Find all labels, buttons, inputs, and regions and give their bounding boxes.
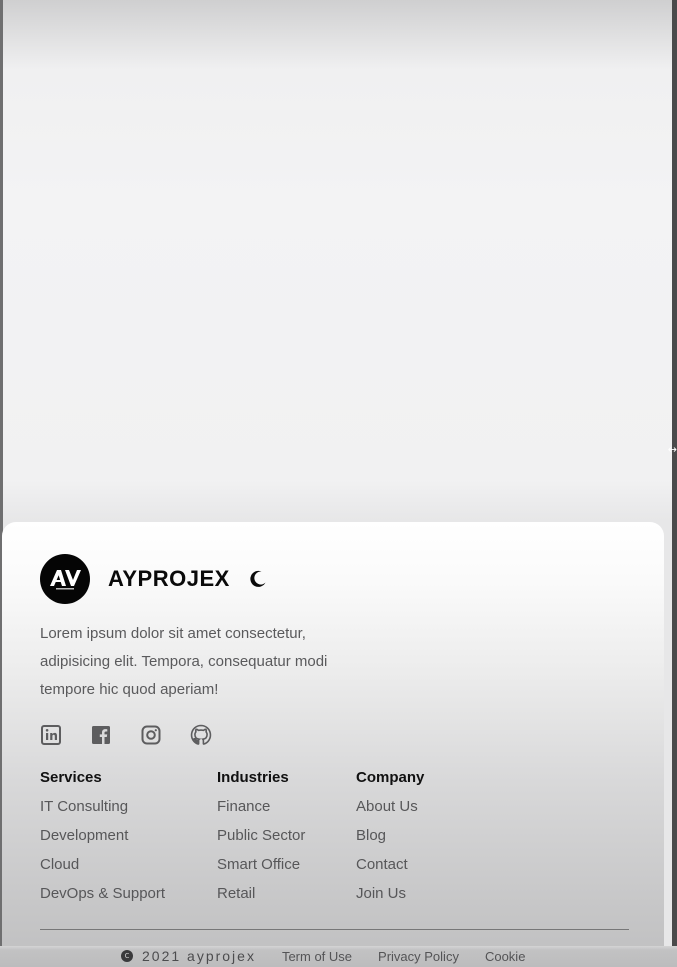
services-list: IT Consulting Development Cloud DevOps &… xyxy=(40,792,165,908)
footer-description: Lorem ipsum dolor sit amet consectetur, … xyxy=(40,625,328,698)
privacy-link[interactable]: Privacy Policy xyxy=(378,949,459,964)
company-link[interactable]: About Us xyxy=(356,792,424,821)
social-links xyxy=(40,724,240,746)
brand-name[interactable]: AYPROJEX xyxy=(108,566,230,592)
linkedin-icon[interactable] xyxy=(40,724,62,746)
resize-cursor-icon: ↔ xyxy=(667,443,677,456)
footer-divider xyxy=(40,929,629,930)
copyright-icon: c xyxy=(121,950,133,962)
industries-column: Industries Finance Public Sector Smart O… xyxy=(217,768,305,908)
services-title: Services xyxy=(40,769,102,786)
industries-link[interactable]: Retail xyxy=(217,879,305,908)
company-link[interactable]: Contact xyxy=(356,850,424,879)
company-link[interactable]: Join Us xyxy=(356,879,424,908)
services-link[interactable]: Development xyxy=(40,821,165,850)
brand-row: AYPROJEX xyxy=(40,554,268,604)
services-column: Services IT Consulting Development Cloud… xyxy=(40,768,165,908)
facebook-icon[interactable] xyxy=(90,724,112,746)
logo-mark-icon xyxy=(50,570,81,590)
services-link[interactable]: DevOps & Support xyxy=(40,879,165,908)
window-edge xyxy=(672,0,677,967)
industries-link[interactable]: Finance xyxy=(217,792,305,821)
footer-bottom-row: c 2021 ayprojex Term of Use Privacy Poli… xyxy=(121,947,525,965)
industries-list: Finance Public Sector Smart Office Retai… xyxy=(217,792,305,908)
company-link[interactable]: Blog xyxy=(356,821,424,850)
site-footer: AYPROJEX Lorem ipsum dolor sit amet cons… xyxy=(2,522,664,967)
instagram-icon[interactable] xyxy=(140,724,162,746)
company-list: About Us Blog Contact Join Us xyxy=(356,792,424,908)
industries-link[interactable]: Smart Office xyxy=(217,850,305,879)
copyright-label: 2021 ayprojex xyxy=(142,948,256,964)
company-column: Company About Us Blog Contact Join Us xyxy=(356,768,424,908)
cookie-link[interactable]: Cookie xyxy=(485,949,525,964)
industries-link[interactable]: Public Sector xyxy=(217,821,305,850)
terms-link[interactable]: Term of Use xyxy=(282,949,352,964)
copyright-text: c 2021 ayprojex xyxy=(121,948,256,964)
brand-logo[interactable] xyxy=(40,554,90,604)
services-link[interactable]: Cloud xyxy=(40,850,165,879)
services-link[interactable]: IT Consulting xyxy=(40,792,165,821)
github-icon[interactable] xyxy=(190,724,212,746)
industries-title: Industries xyxy=(217,769,289,786)
dark-mode-moon-icon[interactable] xyxy=(248,569,268,589)
company-title: Company xyxy=(356,769,425,786)
